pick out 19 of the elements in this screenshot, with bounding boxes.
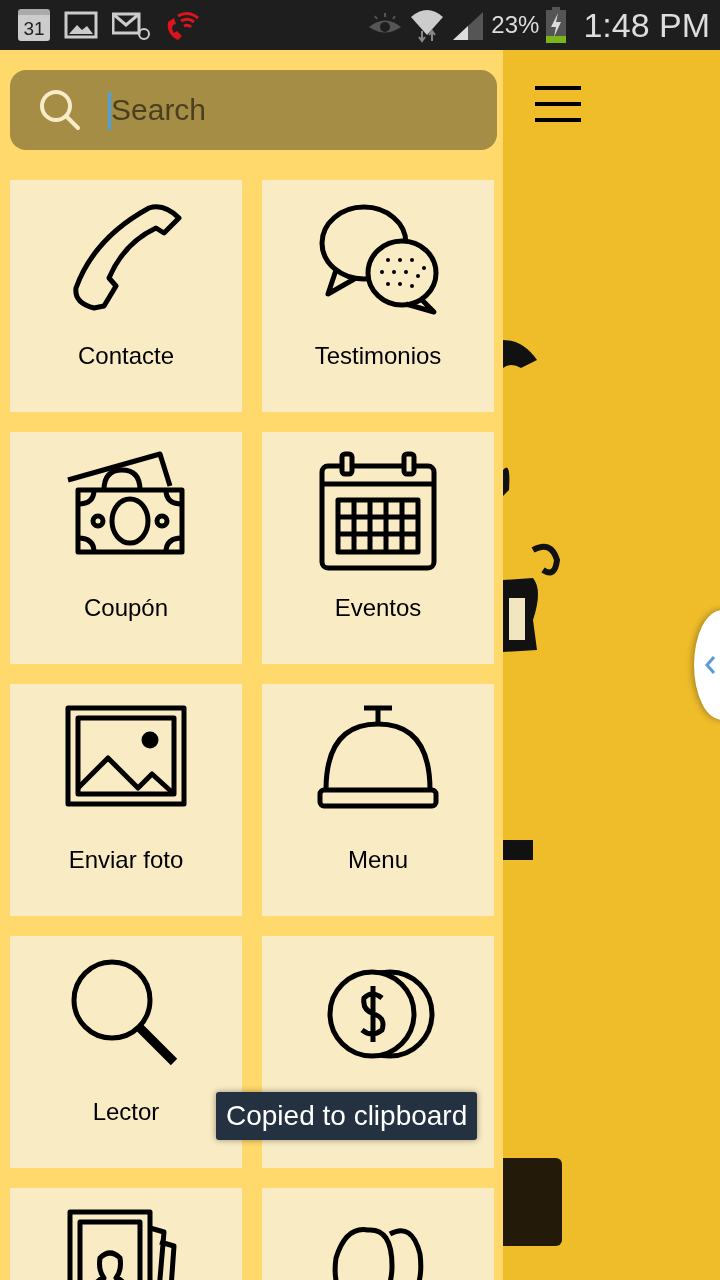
chevron-left-icon [704,655,716,675]
menu-tile[interactable]: Enviar foto [10,684,242,916]
signal-icon [451,10,486,40]
search-field[interactable]: Search [10,70,497,150]
menu-tile[interactable]: Menu [262,684,494,916]
battery-percent: 23% [491,11,540,39]
calendar-day: 31 [23,18,45,40]
mail-icon [112,10,150,40]
search-icon [38,88,82,132]
gallery-icon [64,10,98,40]
copied-toast: Copied to clipboard [216,1092,478,1140]
menu-tile[interactable]: Eventos [262,432,494,664]
battery-charging-icon [545,7,568,43]
menu-tile[interactable]: Coupón [10,432,242,664]
menu-tile[interactable]: Contacte [10,180,242,412]
menu-tile[interactable]: Testimonios [262,180,494,412]
menu-icon[interactable] [535,86,581,122]
wifi-icon [409,7,446,43]
clock-time: 1:48 PM [583,5,710,45]
